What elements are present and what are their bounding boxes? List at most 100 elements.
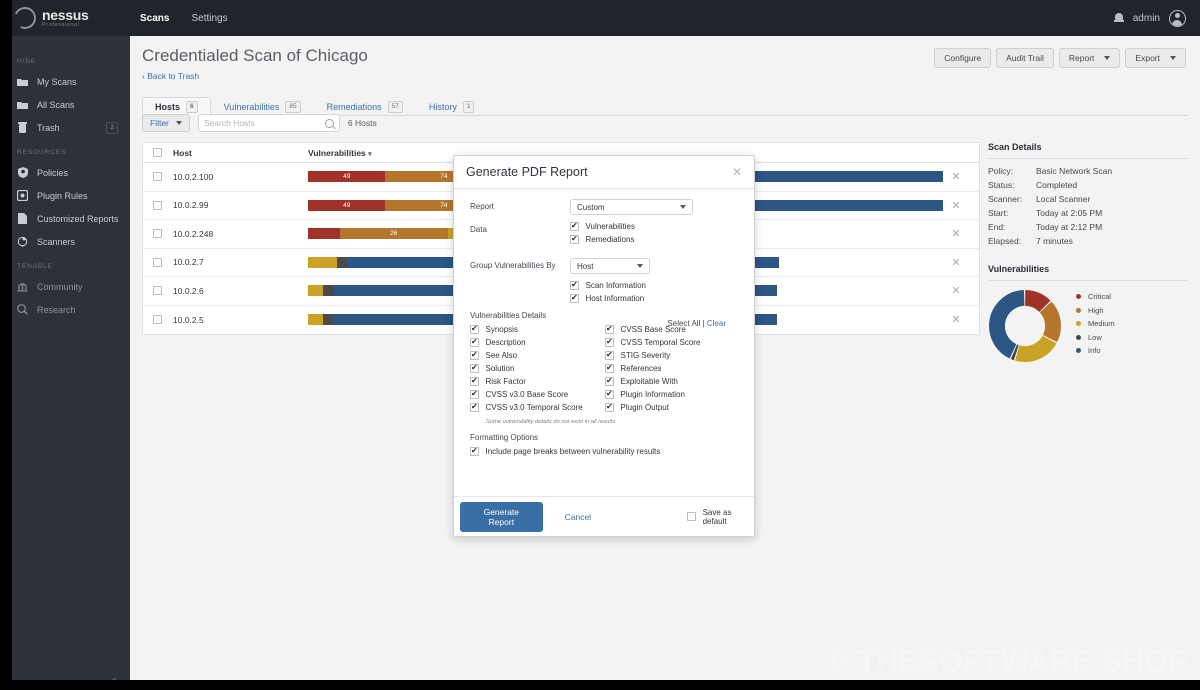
column-header-host[interactable]: Host	[173, 148, 308, 158]
detail-option-see-also[interactable]: See Also	[470, 350, 605, 360]
close-icon[interactable]: ✕	[943, 199, 969, 212]
search-hosts-box[interactable]	[197, 114, 340, 132]
checkbox[interactable]	[605, 350, 614, 360]
group-by-select[interactable]: Host	[570, 258, 650, 274]
checkbox[interactable]	[605, 376, 614, 386]
configure-button[interactable]: Configure	[934, 48, 992, 68]
host-cell[interactable]: 10.0.2.5	[173, 315, 308, 325]
export-dropdown-button[interactable]: Export	[1125, 48, 1186, 68]
nessus-logo[interactable]: nessus Professional	[10, 3, 124, 33]
severity-segment-low	[323, 314, 333, 326]
sidebar-item-scanners[interactable]: Scanners	[0, 230, 130, 253]
checkbox[interactable]	[470, 402, 479, 412]
detail-option-exploitable-with[interactable]: Exploitable With	[605, 376, 740, 386]
scan-detail-value: Completed	[1036, 180, 1078, 190]
sidebar-item-research[interactable]: Research	[0, 298, 130, 321]
checkbox[interactable]	[470, 446, 479, 456]
host-cell[interactable]: 10.0.2.7	[173, 257, 308, 267]
report-dropdown-button[interactable]: Report	[1058, 48, 1121, 68]
search-icon[interactable]	[324, 118, 334, 128]
checkbox[interactable]	[470, 350, 479, 360]
host-cell[interactable]: 10.0.2.248	[173, 229, 308, 239]
checkbox[interactable]	[605, 324, 614, 334]
sidebar-item-trash[interactable]: Trash 2	[0, 116, 130, 139]
nav-scans[interactable]: Scans	[140, 13, 169, 24]
row-checkbox[interactable]	[153, 200, 162, 210]
brand-name: nessus	[42, 6, 89, 23]
cancel-button[interactable]: Cancel	[565, 512, 591, 522]
checkbox[interactable]	[570, 280, 579, 290]
severity-segment-high: 26	[339, 228, 448, 240]
sidebar-item-customized-reports[interactable]: Customized Reports	[0, 207, 130, 230]
checkbox[interactable]	[605, 389, 614, 399]
group-option-scan-information[interactable]: Scan Information	[570, 280, 740, 290]
checkbox[interactable]	[605, 363, 614, 373]
save-as-default-option[interactable]: Save as default	[687, 508, 748, 526]
generate-report-button[interactable]: Generate Report	[460, 501, 543, 532]
legend-label: Info	[1088, 346, 1101, 356]
report-select[interactable]: Custom	[570, 199, 693, 215]
close-icon[interactable]: ✕	[943, 284, 969, 297]
detail-option-description[interactable]: Description	[470, 337, 605, 347]
detail-option-synopsis[interactable]: Synopsis	[470, 324, 605, 334]
column-header-vulnerabilities[interactable]: Vulnerabilities ▾	[308, 148, 372, 158]
user-avatar-icon[interactable]	[1169, 9, 1186, 27]
host-cell[interactable]: 10.0.2.99	[173, 200, 308, 210]
checkbox[interactable]	[605, 402, 614, 412]
sidebar-item-community[interactable]: Community	[0, 275, 130, 298]
detail-option-cvss-v3-0-temporal-score[interactable]: CVSS v3.0 Temporal Score	[470, 402, 605, 412]
detail-option-label: Plugin Output	[620, 403, 669, 412]
select-all-checkbox[interactable]	[153, 148, 162, 157]
sidebar-item-my-scans[interactable]: My Scans	[0, 70, 130, 93]
checkbox[interactable]	[687, 512, 696, 521]
row-checkbox[interactable]	[153, 229, 162, 239]
admin-label[interactable]: admin	[1133, 13, 1160, 24]
checkbox[interactable]	[570, 293, 579, 303]
host-cell[interactable]: 10.0.2.6	[173, 286, 308, 296]
close-icon[interactable]: ✕	[943, 313, 969, 326]
close-icon[interactable]: ✕	[943, 170, 969, 183]
close-icon[interactable]: ✕	[943, 227, 969, 240]
detail-option-risk-factor[interactable]: Risk Factor	[470, 376, 605, 386]
checkbox[interactable]	[470, 324, 479, 334]
back-to-trash-link[interactable]: ‹ Back to Trash	[142, 71, 199, 81]
export-label: Export	[1135, 53, 1160, 63]
row-checkbox[interactable]	[153, 257, 162, 267]
formatting-option-page-breaks[interactable]: Include page breaks between vulnerabilit…	[470, 446, 740, 456]
detail-option-references[interactable]: References	[605, 363, 740, 373]
group-option-host-information[interactable]: Host Information	[570, 293, 740, 303]
audit-trail-button[interactable]: Audit Trail	[996, 48, 1054, 68]
bell-icon[interactable]	[1113, 12, 1124, 24]
checkbox[interactable]	[605, 337, 614, 347]
detail-option-solution[interactable]: Solution	[470, 363, 605, 373]
sidebar-item-policies[interactable]: Policies	[0, 161, 130, 184]
data-option-vulnerabilities[interactable]: Vulnerabilities	[570, 221, 635, 231]
search-input[interactable]	[203, 118, 325, 128]
checkbox[interactable]	[470, 337, 479, 347]
checkbox[interactable]	[470, 376, 479, 386]
detail-option-cvss-temporal-score[interactable]: CVSS Temporal Score	[605, 337, 740, 347]
row-checkbox[interactable]	[153, 172, 162, 182]
detail-option-plugin-information[interactable]: Plugin Information	[605, 389, 740, 399]
detail-option-plugin-output[interactable]: Plugin Output	[605, 402, 740, 412]
sidebar-item-all-scans[interactable]: All Scans	[0, 93, 130, 116]
data-option-remediations[interactable]: Remediations	[570, 234, 635, 244]
close-icon[interactable]: ✕	[943, 256, 969, 269]
select-all-link[interactable]: Select All	[667, 319, 700, 328]
filter-button[interactable]: Filter	[142, 114, 190, 132]
close-icon[interactable]: ✕	[732, 166, 742, 178]
checkbox[interactable]	[470, 389, 479, 399]
checkbox[interactable]	[570, 221, 579, 231]
clear-link[interactable]: Clear	[707, 319, 726, 328]
legend-dot	[1076, 307, 1081, 313]
chevron-down-icon	[680, 205, 686, 209]
checkbox[interactable]	[470, 363, 479, 373]
sidebar-item-plugin-rules[interactable]: Plugin Rules	[0, 184, 130, 207]
row-checkbox[interactable]	[153, 286, 162, 296]
detail-option-cvss-v3-0-base-score[interactable]: CVSS v3.0 Base Score	[470, 389, 605, 399]
detail-option-stig-severity[interactable]: STIG Severity	[605, 350, 740, 360]
nav-settings[interactable]: Settings	[191, 13, 227, 24]
row-checkbox[interactable]	[153, 315, 162, 325]
host-cell[interactable]: 10.0.2.100	[173, 172, 308, 182]
checkbox[interactable]	[570, 234, 579, 244]
